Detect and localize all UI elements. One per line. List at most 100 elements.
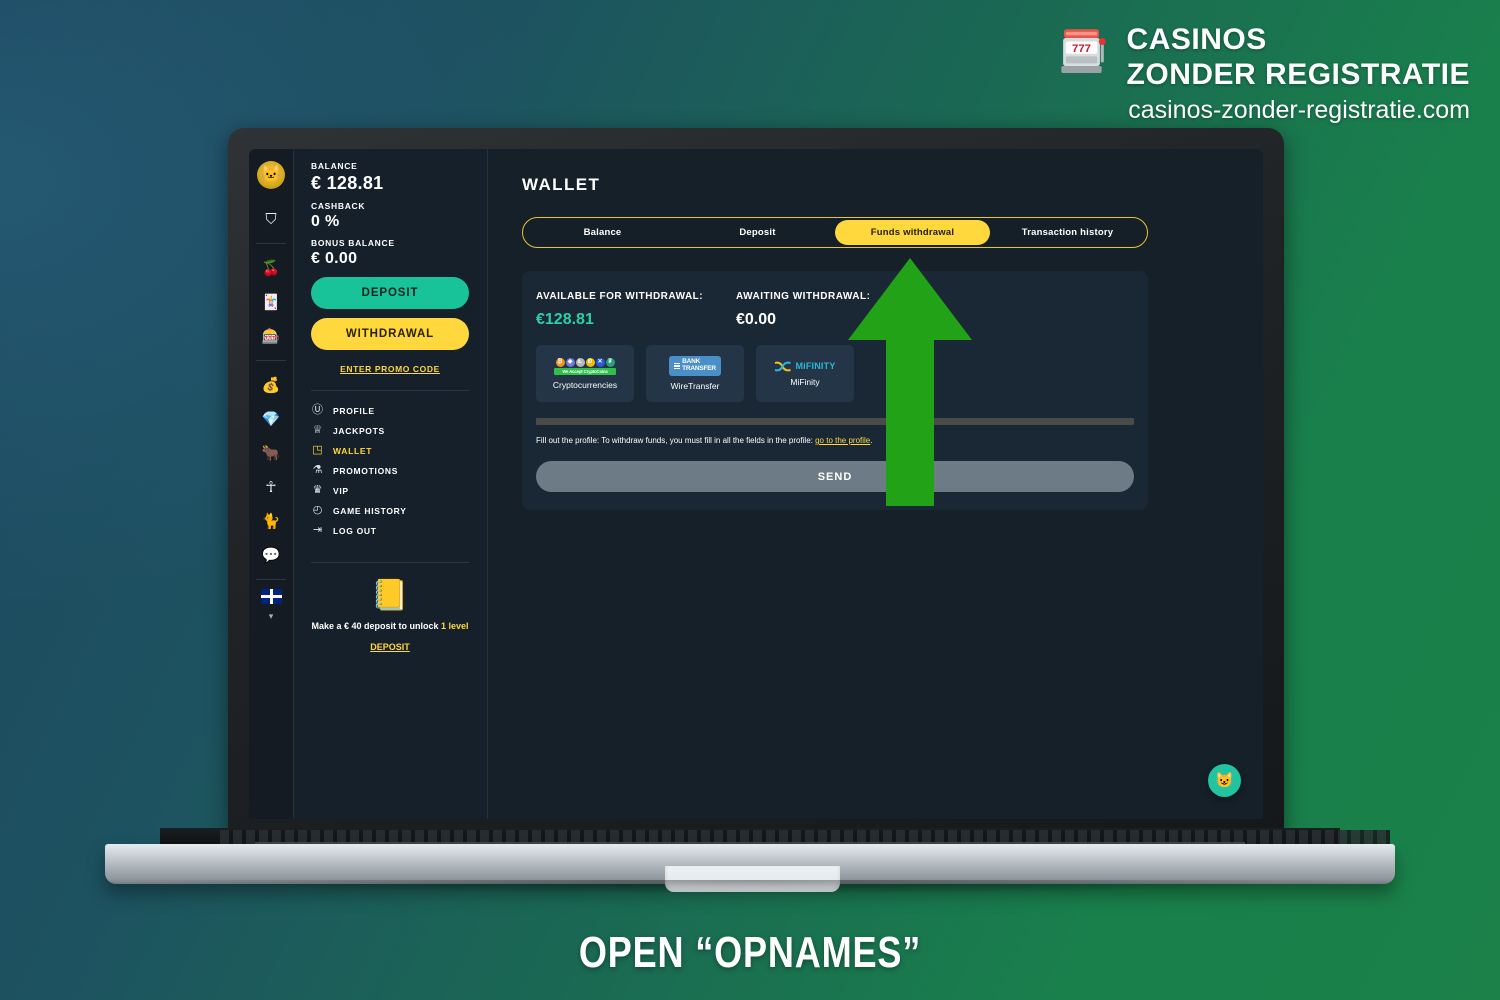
account-panel: BALANCE € 128.81 CASHBACK 0 % BONUS BALA… (293, 149, 488, 819)
level-text-pre: Make a € 40 deposit to unlock (311, 621, 441, 631)
coin-usdt-icon: ₮ (605, 357, 615, 367)
withdrawal-card: AVAILABLE FOR WITHDRAWAL: €128.81 AWAITI… (522, 271, 1148, 511)
wallet-tabs: Balance Deposit Funds withdrawal Transac… (522, 217, 1148, 248)
available-label: AVAILABLE FOR WITHDRAWAL: (536, 291, 704, 302)
icon-rail: 🐱 ⛉ 🍒 🃏 🎰 💰 💎 🐂 ☥ 🐈 💬 ▾ (249, 149, 293, 819)
logout-icon: ⇥ (312, 524, 323, 536)
bonus-balance-value: € 0.00 (311, 250, 358, 267)
coin-bnb-icon: Ð (585, 357, 595, 367)
chevron-down-icon[interactable]: ▾ (269, 611, 274, 622)
menu-item-log-out[interactable]: ⇥ LOG OUT (311, 521, 469, 540)
withdrawal-button[interactable]: WITHDRAWAL (311, 318, 469, 350)
payment-methods: ₿ ◆ Ł Ð ✕ ₮ We Accept CryptoCoins Crypto… (536, 345, 1134, 402)
playing-cards-icon[interactable]: 🃏 (256, 289, 286, 315)
menu-item-profile[interactable]: Ⓤ PROFILE (311, 401, 469, 420)
gold-bars-icon[interactable]: 💰 (256, 372, 286, 398)
cherries-slots-icon[interactable]: 🍒 (256, 255, 286, 281)
amounts-row: AVAILABLE FOR WITHDRAWAL: €128.81 AWAITI… (536, 291, 1134, 329)
account-menu: Ⓤ PROFILE ♕ JACKPOTS ◳ WALLET ⚗ PROMOTIO… (311, 401, 469, 540)
slot-machine-icon[interactable]: 🎰 (256, 323, 286, 349)
coin-eth-icon: ◆ (565, 357, 575, 367)
laptop-shadow (125, 880, 1375, 894)
notice-text: Fill out the profile: To withdraw funds,… (536, 436, 816, 445)
bank-transfer-badge: BANK TRANSFER (669, 356, 721, 376)
brand-url: casinos-zonder-registratie.com (1128, 96, 1470, 125)
menu-label: WALLET (333, 445, 373, 456)
laptop-base-body (105, 844, 1395, 892)
ankh-icon[interactable]: ☥ (256, 474, 286, 500)
emerald-gem-icon[interactable]: 💎 (256, 406, 286, 432)
menu-label: PROMOTIONS (333, 465, 399, 476)
menu-item-vip[interactable]: ♛ VIP (311, 481, 469, 500)
rail-divider (256, 360, 286, 361)
bonus-balance-label: BONUS BALANCE (311, 238, 395, 248)
laptop-mockup: 🐱 ⛉ 🍒 🃏 🎰 💰 💎 🐂 ☥ 🐈 💬 ▾ BALANCE € 128.81… (0, 128, 1500, 903)
uk-flag-icon[interactable] (260, 589, 282, 604)
vip-crown-icon: ♛ (312, 484, 323, 496)
laptop-lid: 🐱 ⛉ 🍒 🃏 🎰 💰 💎 🐂 ☥ 🐈 💬 ▾ BALANCE € 128.81… (228, 128, 1284, 836)
method-cryptocurrencies[interactable]: ₿ ◆ Ł Ð ✕ ₮ We Accept CryptoCoins Crypto… (536, 345, 634, 402)
wallet-icon: ◳ (312, 444, 323, 456)
tab-balance[interactable]: Balance (525, 220, 680, 245)
mifinity-logo-icon (775, 361, 792, 371)
open-gold-book-icon: 📒 (371, 579, 409, 612)
panel-divider (311, 390, 469, 391)
menu-label: LOG OUT (333, 525, 377, 536)
menu-item-game-history[interactable]: ◴ GAME HISTORY (311, 501, 469, 520)
green-arrow-annotation (848, 258, 972, 506)
menu-label: GAME HISTORY (333, 505, 407, 516)
menu-item-jackpots[interactable]: ♕ JACKPOTS (311, 421, 469, 440)
menu-item-wallet[interactable]: ◳ WALLET (311, 441, 469, 460)
mifinity-badge-text: MiFINITY (795, 361, 836, 371)
tab-deposit[interactable]: Deposit (680, 220, 835, 245)
level-promo-text: Make a € 40 deposit to unlock 1 level (311, 620, 469, 633)
laptop-screen: 🐱 ⛉ 🍒 🃏 🎰 💰 💎 🐂 ☥ 🐈 💬 ▾ BALANCE € 128.81… (249, 149, 1263, 819)
svg-text:777: 777 (1072, 43, 1091, 55)
cat-chat-bubble-icon[interactable]: 😺 (1208, 764, 1241, 797)
bank-badge-line-2: TRANSFER (682, 365, 716, 372)
user-circle-icon: Ⓤ (312, 404, 323, 416)
menu-item-promotions[interactable]: ⚗ PROMOTIONS (311, 461, 469, 480)
brand-line-2: ZONDER REGISTRATIE (1126, 58, 1470, 92)
profile-notice: Fill out the profile: To withdraw funds,… (536, 436, 873, 445)
golden-bull-icon[interactable]: 🐂 (256, 440, 286, 466)
speech-bubble-icon[interactable]: 💬 (256, 542, 286, 568)
menu-label: JACKPOTS (333, 425, 385, 436)
method-wiretransfer[interactable]: BANK TRANSFER WireTransfer (646, 345, 744, 402)
clock-history-icon: ◴ (312, 504, 323, 516)
menu-label: PROFILE (333, 405, 375, 416)
laptop-base (105, 828, 1395, 894)
crown-icon: ♕ (312, 424, 323, 436)
cat-medallion-icon[interactable]: 🐈 (256, 508, 286, 534)
crypto-strip-text: We Accept CryptoCoins (554, 367, 616, 375)
method-name: MiFinity (790, 376, 820, 387)
rail-divider (256, 579, 286, 580)
page-title: WALLET (522, 175, 601, 194)
slot-machine-777-icon: 777 (1060, 29, 1106, 73)
enter-promo-code-link[interactable]: ENTER PROMO CODE (311, 364, 469, 374)
method-mifinity[interactable]: MiFINITY MiFinity (756, 345, 854, 402)
crypto-coins-badge: ₿ ◆ Ł Ð ✕ ₮ We Accept CryptoCoins (554, 357, 616, 375)
section-divider (536, 418, 1134, 425)
menu-label: VIP (333, 485, 349, 496)
tab-funds-withdrawal[interactable]: Funds withdrawal (835, 220, 990, 245)
available-for-withdrawal: AVAILABLE FOR WITHDRAWAL: €128.81 (536, 291, 736, 329)
balance-value: € 128.81 (311, 173, 384, 193)
gift-icon: ⚗ (312, 464, 323, 476)
panel-divider (311, 562, 469, 563)
level-deposit-link[interactable]: DEPOSIT (370, 642, 410, 652)
balance-label: BALANCE (311, 161, 358, 171)
send-button[interactable]: SEND (536, 461, 1134, 493)
instruction-caption: OPEN “OPNAMES” (578, 928, 922, 977)
deposit-button[interactable]: DEPOSIT (311, 277, 469, 309)
mifinity-badge: MiFINITY (774, 361, 835, 372)
cat-avatar-icon[interactable]: 🐱 (257, 161, 285, 189)
method-name: WireTransfer (670, 380, 720, 391)
cashback-value: 0 % (311, 213, 340, 230)
coin-ltc-icon: Ł (575, 357, 585, 367)
level-text-post: level (446, 621, 469, 631)
user-profile-icon[interactable]: ⛉ (256, 206, 286, 232)
coin-btc-icon: ₿ (555, 357, 565, 367)
coin-xrp-icon: ✕ (595, 357, 605, 367)
tab-transaction-history[interactable]: Transaction history (990, 220, 1145, 245)
